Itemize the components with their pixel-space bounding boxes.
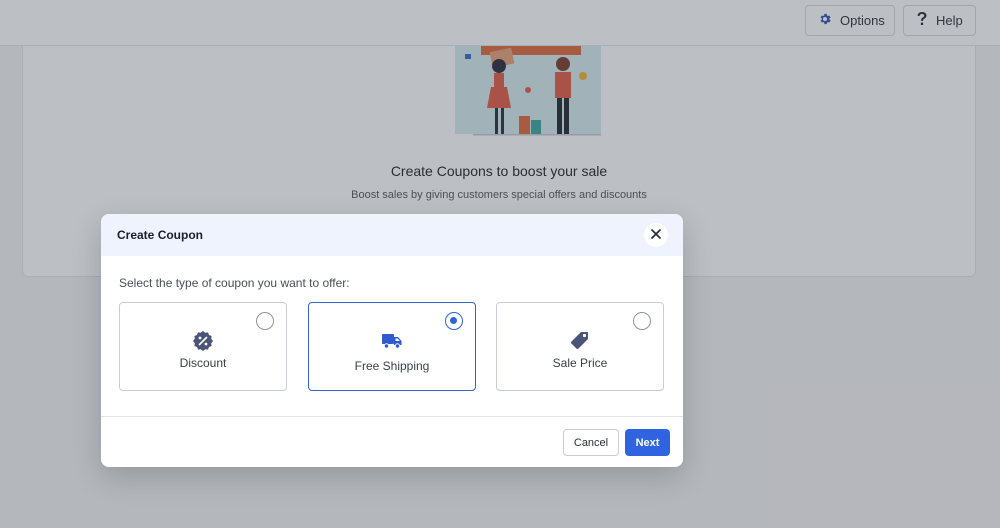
dialog-footer: Cancel Next bbox=[101, 416, 683, 467]
close-button[interactable] bbox=[644, 223, 668, 247]
radio-free-shipping[interactable] bbox=[445, 312, 463, 330]
cancel-button[interactable]: Cancel bbox=[563, 429, 619, 456]
close-icon bbox=[651, 226, 661, 244]
percent-badge-icon bbox=[193, 331, 213, 356]
coupon-option-discount[interactable]: Discount bbox=[119, 302, 287, 391]
radio-sale-price[interactable] bbox=[633, 312, 651, 330]
next-button[interactable]: Next bbox=[625, 429, 670, 456]
coupon-option-sale-price[interactable]: Sale Price bbox=[496, 302, 664, 391]
price-tag-icon bbox=[570, 331, 590, 356]
dialog-header: Create Coupon bbox=[101, 214, 683, 256]
option-label-sale-price: Sale Price bbox=[552, 356, 608, 370]
create-coupon-dialog: Create Coupon Select the type of coupon … bbox=[101, 214, 683, 467]
truck-icon bbox=[382, 333, 402, 354]
option-label-free-shipping: Free Shipping bbox=[354, 359, 430, 373]
dialog-title: Create Coupon bbox=[117, 228, 204, 242]
coupon-type-prompt: Select the type of coupon you want to of… bbox=[119, 276, 350, 290]
radio-discount[interactable] bbox=[256, 312, 274, 330]
option-label-discount: Discount bbox=[179, 356, 227, 370]
coupon-option-free-shipping[interactable]: Free Shipping bbox=[308, 302, 476, 391]
